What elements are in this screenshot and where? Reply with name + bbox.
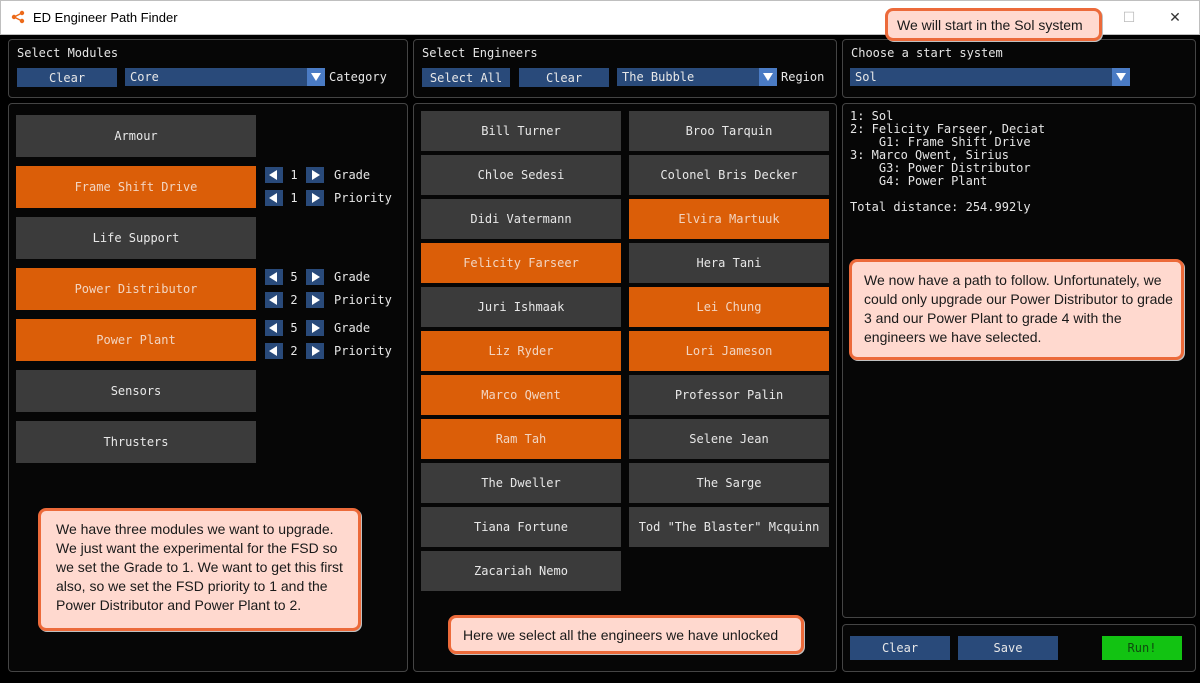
engineer-button[interactable]: The Dweller [421,463,621,503]
share-icon [11,10,25,24]
select-all-button[interactable]: Select All [422,68,510,87]
engineer-button[interactable]: Colonel Bris Decker [629,155,829,195]
priority-increase-icon[interactable] [306,190,324,206]
engineer-button[interactable]: Didi Vatermann [421,199,621,239]
category-select[interactable]: Core [125,68,325,86]
engineer-button[interactable]: Tiana Fortune [421,507,621,547]
module-button[interactable]: Armour [16,115,256,157]
module-button[interactable]: Power Distributor [16,268,256,310]
start-system-value: Sol [855,70,877,84]
engineer-button[interactable]: Marco Qwent [421,375,621,415]
result-clear-button[interactable]: Clear [850,636,950,660]
engineers-title: Select Engineers [422,46,538,60]
callout-engineers: Here we select all the engineers we have… [448,615,804,654]
chevron-down-icon[interactable] [307,68,325,86]
priority-label: Priority [334,293,392,307]
priority-decrease-icon[interactable] [265,190,283,206]
engineers-header-panel: Select Engineers Select All Clear The Bu… [413,39,837,98]
window-title: ED Engineer Path Finder [33,10,178,25]
engineer-button[interactable]: Broo Tarquin [629,111,829,151]
engineer-button[interactable]: The Sarge [629,463,829,503]
grade-label: Grade [334,168,371,182]
engineer-button[interactable]: Ram Tah [421,419,621,459]
priority-decrease-icon[interactable] [265,292,283,308]
engineer-button[interactable]: Chloe Sedesi [421,155,621,195]
priority-decrease-icon[interactable] [265,343,283,359]
start-system-title: Choose a start system [851,46,1003,60]
run-button[interactable]: Run! [1102,636,1182,660]
region-value: The Bubble [622,70,695,84]
start-system-panel: Choose a start system Sol [842,39,1196,98]
save-button[interactable]: Save [958,636,1058,660]
region-label: Region [781,70,825,84]
priority-label: Priority [334,344,392,358]
engineer-button[interactable]: Juri Ishmaak [421,287,621,327]
grade-decrease-icon[interactable] [265,167,283,183]
engineer-button[interactable]: Hera Tani [629,243,829,283]
callout-start-system: We will start in the Sol system [885,8,1102,41]
grade-label: Grade [334,321,371,335]
grade-increase-icon[interactable] [306,320,324,336]
module-button[interactable]: Thrusters [16,421,256,463]
priority-increase-icon[interactable] [306,292,324,308]
close-icon[interactable]: ✕ [1155,7,1195,29]
action-panel: Clear Save Run! [842,624,1196,672]
result-line: Total distance: 254.992ly [850,200,1031,214]
engineer-button[interactable]: Liz Ryder [421,331,621,371]
callout-path: We now have a path to follow. Unfortunat… [849,259,1184,360]
region-select[interactable]: The Bubble [617,68,777,86]
module-button[interactable]: Power Plant [16,319,256,361]
chevron-down-icon[interactable] [1112,68,1130,86]
grade-value: 1 [290,168,298,182]
modules-clear-button[interactable]: Clear [17,68,117,87]
grade-decrease-icon[interactable] [265,320,283,336]
category-label: Category [329,70,387,84]
module-button[interactable]: Life Support [16,217,256,259]
modules-header-panel: Select Modules Clear Core Category [8,39,408,98]
grade-label: Grade [334,270,371,284]
engineer-button[interactable]: Bill Turner [421,111,621,151]
grade-increase-icon[interactable] [306,269,324,285]
grade-value: 5 [290,321,298,335]
engineer-button[interactable]: Felicity Farseer [421,243,621,283]
grade-increase-icon[interactable] [306,167,324,183]
priority-value: 2 [290,344,298,358]
module-button[interactable]: Frame Shift Drive [16,166,256,208]
start-system-select[interactable]: Sol [850,68,1130,86]
modules-title: Select Modules [17,46,119,60]
engineer-button[interactable]: Tod "The Blaster" Mcquinn [629,507,829,547]
grade-decrease-icon[interactable] [265,269,283,285]
module-button[interactable]: Sensors [16,370,256,412]
priority-value: 2 [290,293,298,307]
engineers-clear-button[interactable]: Clear [519,68,609,87]
category-value: Core [130,70,159,84]
engineer-button[interactable]: Selene Jean [629,419,829,459]
engineer-button[interactable]: Lei Chung [629,287,829,327]
result-line: G4: Power Plant [850,174,988,188]
callout-modules: We have three modules we want to upgrade… [38,508,361,631]
engineer-button[interactable]: Elvira Martuuk [629,199,829,239]
chevron-down-icon[interactable] [759,68,777,86]
priority-label: Priority [334,191,392,205]
path-result: 1: Sol 2: Felicity Farseer, Deciat G1: Fr… [850,110,1045,214]
maximize-icon[interactable]: ☐ [1109,7,1149,29]
engineer-button[interactable]: Professor Palin [629,375,829,415]
priority-value: 1 [290,191,298,205]
grade-value: 5 [290,270,298,284]
priority-increase-icon[interactable] [306,343,324,359]
engineer-button[interactable]: Lori Jameson [629,331,829,371]
engineer-button[interactable]: Zacariah Nemo [421,551,621,591]
